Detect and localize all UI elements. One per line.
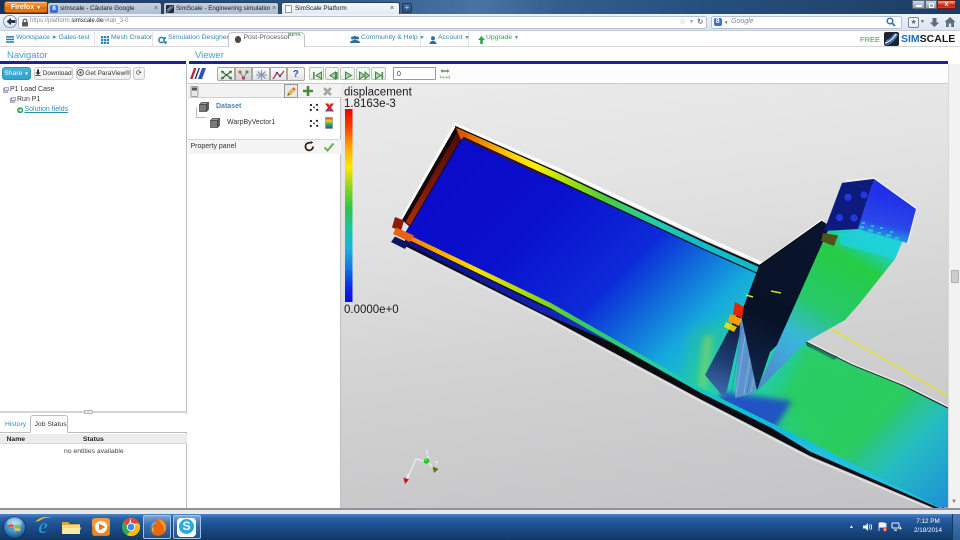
svg-text:displacement: displacement — [344, 87, 413, 99]
svg-text:1.8163e-3: 1.8163e-3 — [344, 98, 396, 110]
svg-text:Y: Y — [435, 461, 439, 467]
svg-text:0.0000e+0: 0.0000e+0 — [344, 304, 399, 316]
svg-text:Z: Z — [426, 450, 429, 456]
